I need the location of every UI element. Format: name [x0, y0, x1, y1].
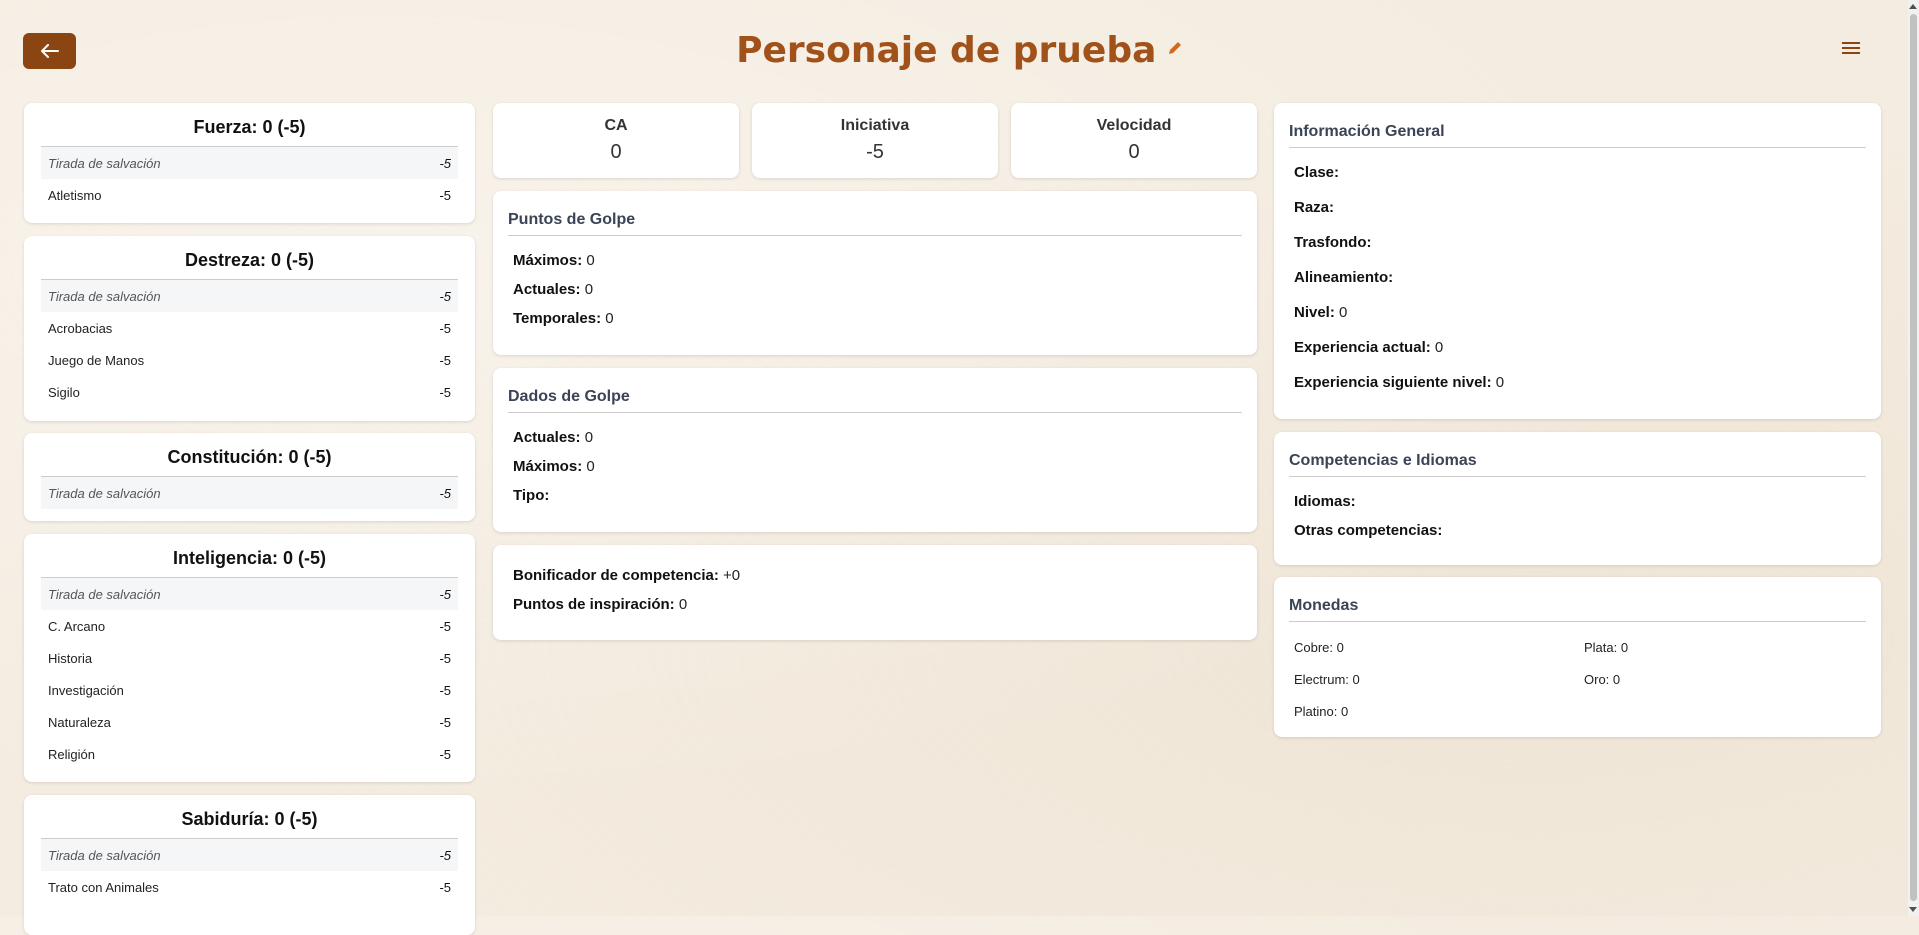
ability-card-constitucion: Constitución: 0 (-5) Tirada de salvación…: [24, 433, 475, 521]
hitdice-current: Actuales: 0: [513, 429, 594, 446]
skill-row[interactable]: Religión -5: [41, 738, 458, 770]
ability-title: Destreza: 0 (-5): [41, 236, 458, 280]
inspiration-points: Puntos de inspiración: 0: [513, 596, 688, 613]
stat-velocidad: Velocidad 0: [1011, 103, 1257, 178]
scroll-down-arrow-icon[interactable]: [1909, 907, 1917, 912]
next-level-experience-field: Experiencia siguiente nivel: 0: [1294, 374, 1505, 391]
trasfondo-field: Trasfondo:: [1294, 234, 1372, 251]
stat-label: Iniciativa: [840, 117, 910, 134]
misc-card: Bonificador de competencia: +0 Puntos de…: [493, 545, 1257, 640]
saving-throw-row[interactable]: Tirada de salvación -5: [41, 839, 458, 871]
section-title: Información General: [1289, 103, 1866, 148]
page-title: Personaje de prueba: [736, 30, 1157, 71]
languages-field: Idiomas:: [1294, 493, 1356, 510]
coin-platino: Platino: 0: [1294, 704, 1349, 719]
stat-value: 0: [610, 141, 622, 163]
skill-row[interactable]: Historia -5: [41, 642, 458, 674]
skill-row[interactable]: Trato con Animales -5: [41, 871, 458, 903]
coin-plata: Plata: 0: [1584, 640, 1629, 655]
edit-pencil-icon[interactable]: [1167, 40, 1183, 61]
saving-throw-row[interactable]: Tirada de salvación -5: [41, 578, 458, 610]
ability-title: Sabiduría: 0 (-5): [41, 795, 458, 839]
coin-cobre: Cobre: 0: [1294, 640, 1344, 655]
clase-field: Clase:: [1294, 164, 1340, 181]
ability-card-inteligencia: Inteligencia: 0 (-5) Tirada de salvación…: [24, 534, 475, 782]
scrollbar-thumb[interactable]: [1910, 14, 1917, 901]
skill-row[interactable]: Atletismo -5: [41, 179, 458, 211]
skill-row[interactable]: C. Arcano -5: [41, 610, 458, 642]
stat-label: CA: [604, 117, 628, 134]
hitdice-type: Tipo:: [513, 487, 550, 504]
stat-value: 0: [1128, 141, 1140, 163]
experience-field: Experiencia actual: 0: [1294, 339, 1444, 356]
nivel-field: Nivel: 0: [1294, 304, 1348, 321]
stat-iniciativa: Iniciativa -5: [752, 103, 998, 178]
saving-throw-row[interactable]: Tirada de salvación -5: [41, 477, 458, 509]
scrollbar[interactable]: [1908, 0, 1919, 916]
section-title: Puntos de Golpe: [508, 191, 1242, 236]
raza-field: Raza:: [1294, 199, 1335, 216]
ability-title: Inteligencia: 0 (-5): [41, 534, 458, 578]
ability-card-fuerza: Fuerza: 0 (-5) Tirada de salvación -5 Atl…: [24, 103, 475, 223]
coin-electrum: Electrum: 0: [1294, 672, 1360, 687]
ability-card-sabiduria: Sabiduría: 0 (-5) Tirada de salvación -5 …: [24, 795, 475, 935]
ability-card-destreza: Destreza: 0 (-5) Tirada de salvación -5 A…: [24, 236, 475, 421]
stat-ca: CA 0: [493, 103, 739, 178]
skill-row[interactable]: Investigación -5: [41, 674, 458, 706]
coin-oro: Oro: 0: [1584, 672, 1621, 687]
hit-points-card: Puntos de Golpe Máximos: 0 Actuales: 0 T…: [493, 191, 1257, 355]
section-title: Monedas: [1289, 577, 1866, 622]
saving-throw-row[interactable]: Tirada de salvación -5: [41, 147, 458, 179]
hitdice-max: Máximos: 0: [513, 458, 595, 475]
hp-max: Máximos: 0: [513, 252, 595, 269]
coins-card: Monedas Cobre: 0 Plata: 0 Electrum: 0 Or…: [1274, 577, 1881, 737]
ability-title: Fuerza: 0 (-5): [41, 103, 458, 147]
other-proficiencies-field: Otras competencias:: [1294, 522, 1443, 539]
hamburger-menu-icon[interactable]: [1841, 40, 1861, 61]
stat-label: Velocidad: [1096, 117, 1172, 134]
hp-temp: Temporales: 0: [513, 310, 614, 327]
scroll-up-arrow-icon[interactable]: [1909, 4, 1917, 9]
section-title: Competencias e Idiomas: [1289, 432, 1866, 477]
hit-dice-card: Dados de Golpe Actuales: 0 Máximos: 0 Ti…: [493, 368, 1257, 532]
proficiencies-card: Competencias e Idiomas Idiomas: Otras co…: [1274, 432, 1881, 565]
skill-row[interactable]: Acrobacias -5: [41, 312, 458, 344]
section-title: Dados de Golpe: [508, 368, 1242, 413]
proficiency-bonus: Bonificador de competencia: +0: [513, 567, 741, 584]
skill-row[interactable]: Sigilo -5: [41, 376, 458, 408]
ability-title: Constitución: 0 (-5): [41, 433, 458, 477]
general-info-card: Información General Clase: Raza: Trasfon…: [1274, 103, 1881, 419]
hp-current: Actuales: 0: [513, 281, 594, 298]
skill-row[interactable]: Juego de Manos -5: [41, 344, 458, 376]
alineamiento-field: Alineamiento:: [1294, 269, 1394, 286]
stat-value: -5: [866, 141, 884, 163]
skill-row[interactable]: Naturaleza -5: [41, 706, 458, 738]
saving-throw-row[interactable]: Tirada de salvación -5: [41, 280, 458, 312]
